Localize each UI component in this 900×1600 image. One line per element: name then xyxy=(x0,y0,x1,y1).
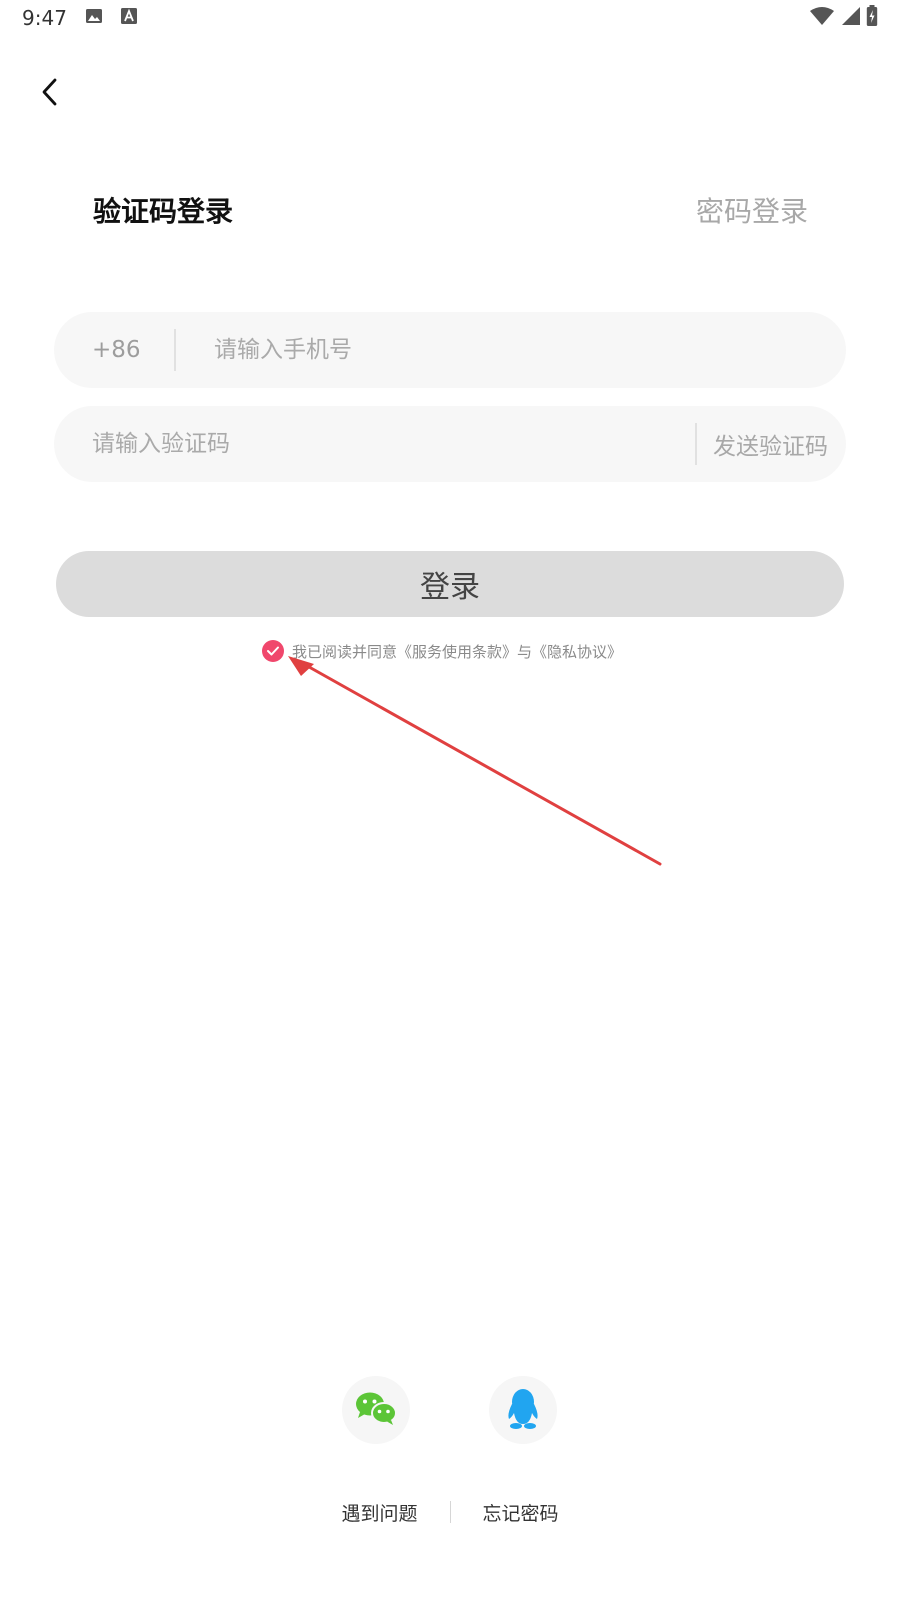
check-icon xyxy=(266,642,280,661)
status-right xyxy=(810,5,878,31)
status-bar: 9:47 xyxy=(0,0,900,36)
battery-charging-icon xyxy=(866,5,878,31)
country-code[interactable]: +86 xyxy=(54,337,174,363)
image-icon xyxy=(85,7,103,29)
forgot-password-link[interactable]: 忘记密码 xyxy=(483,1499,559,1526)
verification-code-field: 发送验证码 xyxy=(54,406,846,482)
wechat-login-button[interactable] xyxy=(342,1376,410,1444)
tab-sms-login[interactable]: 验证码登录 xyxy=(93,186,233,234)
verification-code-input[interactable] xyxy=(54,406,695,482)
chevron-left-icon xyxy=(38,77,62,111)
wechat-icon xyxy=(354,1390,398,1430)
qq-login-button[interactable] xyxy=(489,1376,557,1444)
qq-icon xyxy=(504,1386,542,1434)
bottom-links: 遇到问题 忘记密码 xyxy=(0,1498,900,1526)
agreement: 我已阅读并同意《服务使用条款》与《隐私协议》 xyxy=(262,638,622,664)
agree-checkbox[interactable] xyxy=(262,640,284,662)
signal-icon xyxy=(840,6,860,30)
problem-link[interactable]: 遇到问题 xyxy=(341,1499,417,1526)
status-left: 9:47 xyxy=(22,6,137,30)
font-icon xyxy=(120,7,137,29)
wifi-icon xyxy=(810,6,834,30)
send-code-button[interactable]: 发送验证码 xyxy=(697,406,846,482)
phone-input[interactable] xyxy=(176,312,846,388)
phone-field: +86 xyxy=(54,312,846,388)
divider xyxy=(449,1501,451,1523)
login-button[interactable]: 登录 xyxy=(56,551,844,617)
agreement-text[interactable]: 我已阅读并同意《服务使用条款》与《隐私协议》 xyxy=(292,641,622,662)
tab-password-login[interactable]: 密码登录 xyxy=(696,186,808,234)
status-time: 9:47 xyxy=(22,6,67,30)
back-button[interactable] xyxy=(26,70,74,118)
annotation-arrow xyxy=(288,656,662,866)
